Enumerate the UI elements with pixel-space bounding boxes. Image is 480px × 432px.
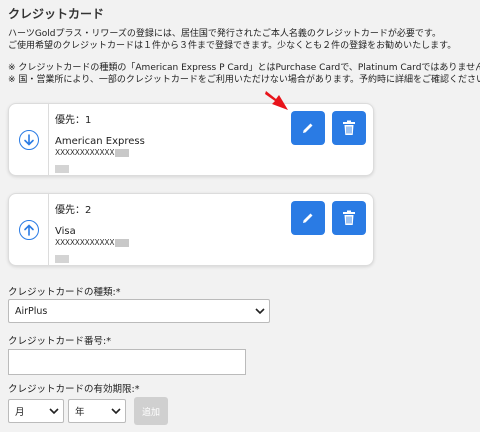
card-type-value: AirPlus xyxy=(15,305,48,317)
pencil-icon xyxy=(303,213,313,223)
card-brand: Visa xyxy=(55,226,76,237)
card-number: XXXXXXXXXXXX xyxy=(55,238,115,247)
card-brand: American Express xyxy=(55,136,145,147)
expiry-year-select[interactable]: 年 xyxy=(68,399,126,423)
delete-card-button[interactable] xyxy=(332,201,366,235)
credit-card-item: 優先：2 Visa XXXXXXXXXXXX xyxy=(8,193,374,266)
delete-card-button[interactable] xyxy=(332,111,366,145)
card-number-label: クレジットカード番号:* xyxy=(8,336,111,347)
card-type-select[interactable]: AirPlus xyxy=(8,299,270,323)
credit-card-item: 優先：1 American Express XXXXXXXXXXXX xyxy=(8,103,374,176)
edit-card-button[interactable] xyxy=(291,111,325,145)
red-arrow-annotation-icon xyxy=(265,91,288,110)
note-line: ※ 国・営業所により、一部のクレジットカードをご利用いただけない場合があります。… xyxy=(8,75,480,85)
move-up-button[interactable] xyxy=(9,194,49,265)
card-type-label: クレジットカードの種類:* xyxy=(8,287,121,298)
move-down-button[interactable] xyxy=(9,104,49,175)
trash-icon xyxy=(343,210,355,225)
pencil-icon xyxy=(303,123,313,133)
chevron-down-icon xyxy=(111,408,121,415)
card-number: XXXXXXXXXXXX xyxy=(55,148,115,157)
masked-expiry xyxy=(55,165,69,173)
chevron-down-icon xyxy=(255,308,265,315)
masked-digits xyxy=(115,239,130,247)
section-title: クレジットカード xyxy=(8,7,105,21)
arrow-up-circle-icon xyxy=(18,219,39,240)
notes-text: ※ クレジットカードの種類の「American Express P Card」と… xyxy=(8,62,480,86)
expiry-month-value: 月 xyxy=(15,407,25,418)
trash-icon xyxy=(343,120,355,135)
intro-text: ハーツGoldプラス・リワーズの登録には、居住国で発行されたご本人名義のクレジッ… xyxy=(8,28,456,52)
card-number-input[interactable] xyxy=(8,349,246,375)
intro-line: ハーツGoldプラス・リワーズの登録には、居住国で発行されたご本人名義のクレジッ… xyxy=(8,29,441,39)
intro-line: ご使用希望のクレジットカードは１件から３件まで登録できます。少なくとも２件の登録… xyxy=(8,41,457,51)
expiry-label: クレジットカードの有効期限:* xyxy=(8,384,140,395)
card-priority: 優先：2 xyxy=(55,205,92,216)
arrow-down-circle-icon xyxy=(18,129,39,150)
masked-expiry xyxy=(55,255,69,263)
expiry-year-value: 年 xyxy=(75,407,85,418)
card-priority: 優先：1 xyxy=(55,115,92,126)
edit-card-button[interactable] xyxy=(291,201,325,235)
masked-digits xyxy=(115,149,130,157)
chevron-down-icon xyxy=(49,408,59,415)
expiry-month-select[interactable]: 月 xyxy=(8,399,64,423)
add-card-button[interactable]: 追加 xyxy=(134,397,168,425)
note-line: ※ クレジットカードの種類の「American Express P Card」と… xyxy=(8,63,480,73)
